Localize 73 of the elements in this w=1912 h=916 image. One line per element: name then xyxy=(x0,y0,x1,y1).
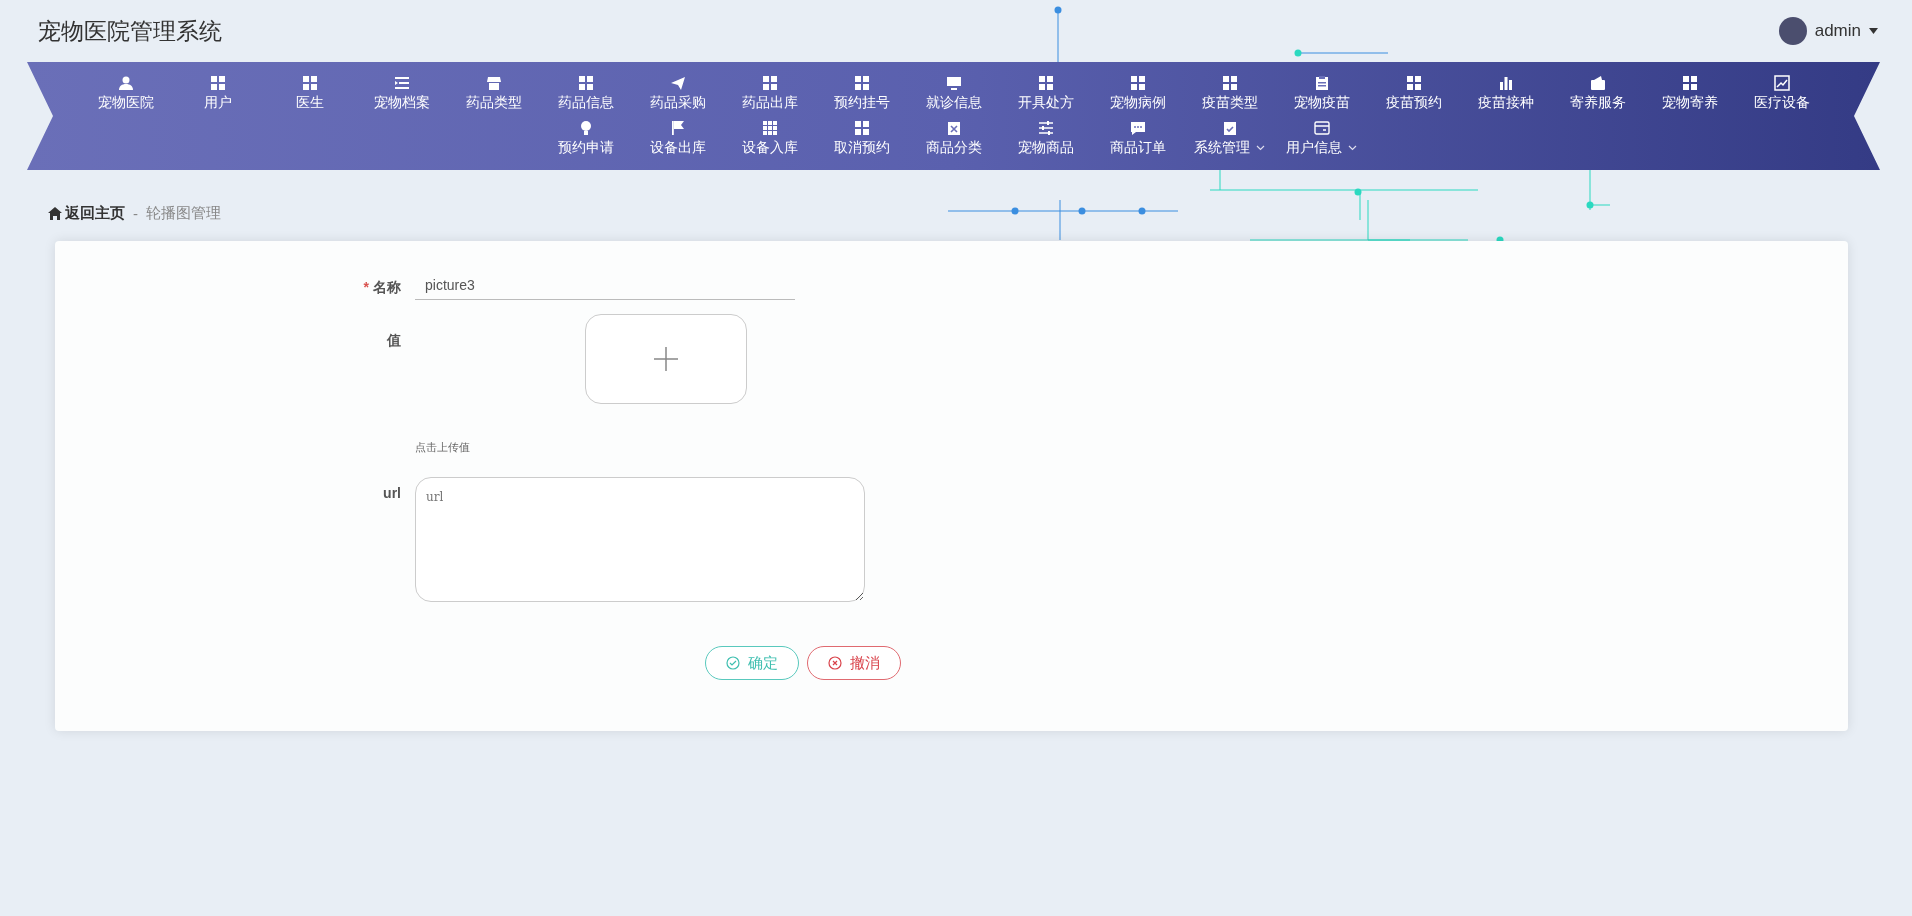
avatar-icon[interactable] xyxy=(1778,17,1807,45)
grid-icon xyxy=(1221,75,1238,91)
grid-icon xyxy=(853,75,870,91)
nav-item[interactable]: 就诊信息 xyxy=(907,73,1000,114)
nav-item[interactable]: 疫苗类型 xyxy=(1183,73,1276,114)
nav-item[interactable]: 宠物档案 xyxy=(355,73,448,114)
flag-icon xyxy=(669,120,686,136)
grid-icon xyxy=(1037,75,1054,91)
wallet-icon xyxy=(1589,75,1606,91)
monitor-icon xyxy=(945,75,962,91)
window-icon xyxy=(1313,120,1330,136)
nav-item[interactable]: 取消预约 xyxy=(815,118,908,159)
nav-item[interactable]: 预约挂号 xyxy=(815,73,908,114)
upload-hint: 点击上传值 xyxy=(415,440,471,455)
username-menu[interactable]: admin xyxy=(1814,21,1861,41)
send-icon xyxy=(669,75,686,91)
grid-icon xyxy=(1681,75,1698,91)
breadcrumb-current: 轮播图管理 xyxy=(146,204,221,223)
grid9-icon xyxy=(761,120,778,136)
field-label: 值 xyxy=(386,331,401,350)
nav-item[interactable]: 宠物医院 xyxy=(79,73,172,114)
nav-item[interactable]: 药品信息 xyxy=(539,73,632,114)
sliders-icon xyxy=(1037,120,1054,136)
grid-icon xyxy=(209,75,226,91)
nav-item[interactable]: 宠物商品 xyxy=(999,118,1092,159)
nav-item[interactable]: 药品采购 xyxy=(631,73,724,114)
field-label: * 名称 xyxy=(362,278,401,297)
grid-icon xyxy=(761,75,778,91)
nav-item[interactable]: 用户 xyxy=(171,73,264,114)
nav-item[interactable]: 设备入库 xyxy=(723,118,816,159)
field-label: url xyxy=(382,484,401,501)
line-chart-icon xyxy=(1773,75,1790,91)
nav-item[interactable]: 商品分类 xyxy=(907,118,1000,159)
grid-icon xyxy=(301,75,318,91)
nav-item[interactable]: 用户信息 xyxy=(1275,118,1368,159)
url-textarea[interactable]: url xyxy=(415,477,865,602)
home-icon xyxy=(48,207,62,220)
clipboard-icon xyxy=(1313,75,1330,91)
message-icon xyxy=(1129,120,1146,136)
nav-item[interactable]: 宠物疫苗 xyxy=(1275,73,1368,114)
nav-item[interactable]: 宠物寄养 xyxy=(1643,73,1736,114)
list-icon xyxy=(393,75,410,91)
nav-item[interactable]: 疫苗接种 xyxy=(1459,73,1552,114)
home-link[interactable]: 返回主页 xyxy=(48,204,125,223)
app-title: 宠物医院管理系统 xyxy=(38,16,222,46)
person-icon xyxy=(117,75,134,91)
bar-chart-icon xyxy=(1497,75,1514,91)
nav-item[interactable]: 医疗设备 xyxy=(1735,73,1828,114)
nav-item[interactable]: 药品类型 xyxy=(447,73,540,114)
plus-icon xyxy=(654,347,678,371)
nav-item[interactable]: 开具处方 xyxy=(999,73,1092,114)
nav-item[interactable]: 寄养服务 xyxy=(1551,73,1644,114)
name-input[interactable]: picture3 xyxy=(415,271,795,300)
grid-icon xyxy=(1405,75,1422,91)
grid-icon xyxy=(853,120,870,136)
nav-item[interactable]: 系统管理 xyxy=(1183,118,1276,159)
nav-item[interactable]: 设备出库 xyxy=(631,118,724,159)
nav-item[interactable]: 药品出库 xyxy=(723,73,816,114)
cancel-button[interactable]: 撤消 xyxy=(806,646,901,680)
nav-item[interactable]: 疫苗预约 xyxy=(1367,73,1460,114)
grid-icon xyxy=(577,75,594,91)
caret-down-icon[interactable] xyxy=(1869,28,1878,34)
nav-item[interactable]: 商品订单 xyxy=(1091,118,1184,159)
x-clipboard-icon xyxy=(945,120,962,136)
shop-icon xyxy=(485,75,502,91)
check-circle-icon xyxy=(725,656,740,670)
grid-icon xyxy=(1129,75,1146,91)
x-circle-icon xyxy=(827,656,842,670)
check-clipboard-icon xyxy=(1221,120,1238,136)
nav-item[interactable]: 宠物病例 xyxy=(1091,73,1184,114)
nav-item[interactable]: 医生 xyxy=(263,73,356,114)
nav-item[interactable]: 预约申请 xyxy=(539,118,632,159)
breadcrumb-separator: - xyxy=(133,205,138,222)
